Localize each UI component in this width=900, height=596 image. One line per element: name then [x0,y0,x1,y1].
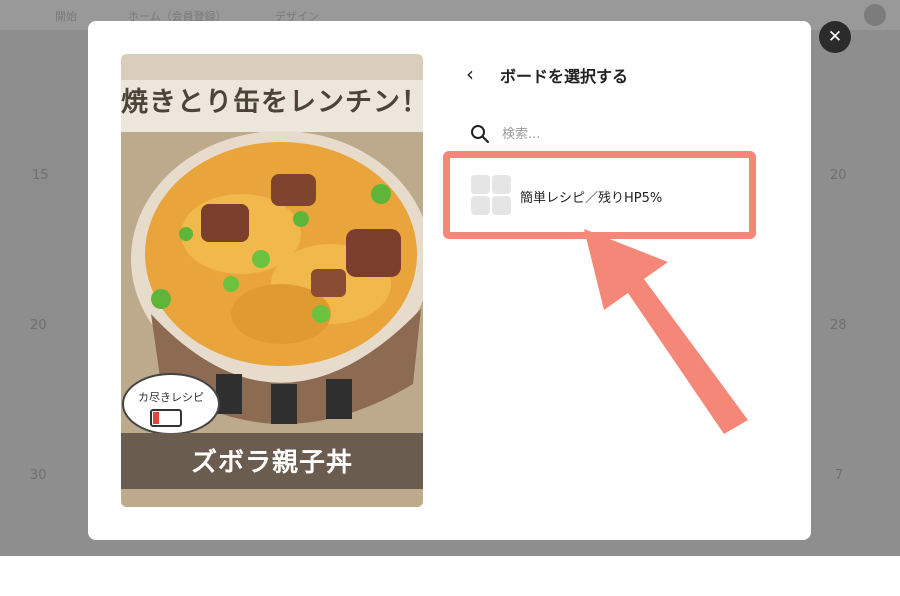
bg-date: 30 [30,468,47,483]
board-search [470,120,780,148]
bg-nav-item: 開始 [55,10,77,23]
dialog-title: ボードを選択する [500,67,629,86]
pin-bubble-text: カ尽きレシピ [138,391,204,404]
search-icon [471,125,490,144]
bg-date: 20 [830,168,847,183]
board-list-item[interactable]: 簡単レシピ／残りHP5% [456,164,752,228]
back-button[interactable]: ‹ [466,60,486,88]
board-name: 簡単レシピ／残りHP5% [520,191,663,206]
pin-illustration [121,54,423,507]
board-thumbnail [471,175,511,215]
search-input[interactable] [500,122,774,146]
avatar [864,4,886,26]
pin-title: 焼きとり缶をレンチン！ [121,87,423,118]
bg-date: 20 [30,318,47,333]
close-button[interactable]: ✕ [819,21,851,53]
pin-image: 焼きとり缶をレンチン！ カ尽きレシピ ズボラ親子丼 [121,54,423,507]
bg-date: 28 [830,318,847,333]
bg-date: 7 [835,468,844,483]
pin-banner-text: ズボラ親子丼 [190,448,353,478]
bg-date: 15 [32,168,49,183]
